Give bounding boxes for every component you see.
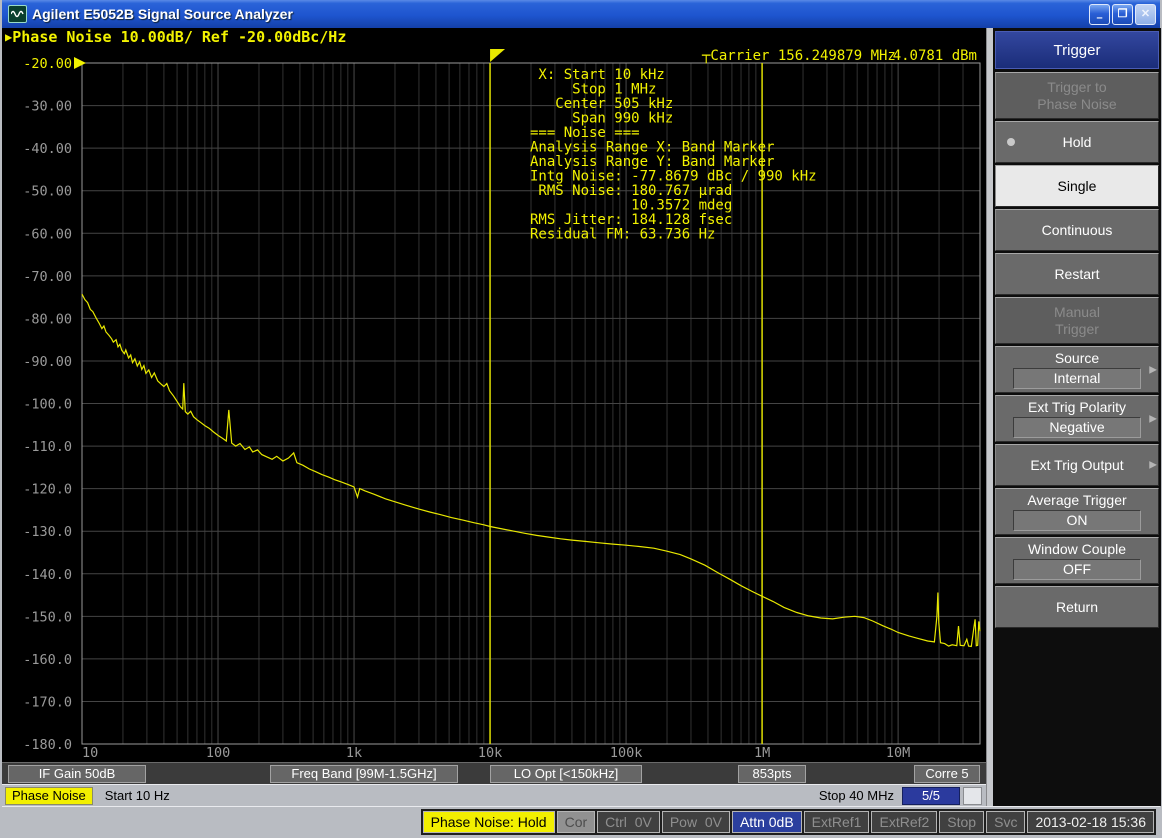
softkey-label: Ext Trig Polarity bbox=[1028, 399, 1126, 416]
x-tick-label: 1k bbox=[346, 745, 362, 761]
softkey-label: Hold bbox=[1063, 134, 1092, 151]
system-indicator-phase-noise-hold: Phase Noise: Hold bbox=[423, 811, 555, 833]
status-bar: Phase Noise Start 10 Hz Stop 40 MHz 5/5 bbox=[2, 784, 986, 806]
lo-opt-field[interactable]: LO Opt [<150kHz] bbox=[490, 765, 642, 783]
y-tick-label: -80.00 bbox=[23, 311, 72, 327]
y-tick-label: -90.00 bbox=[23, 354, 72, 370]
carrier-frequency-readout: ┬Carrier 156.249879 MHz bbox=[701, 48, 896, 64]
context-bar: IF Gain 50dB Freq Band [99M-1.5GHz] LO O… bbox=[2, 762, 986, 784]
correlation-field: Corre 5 bbox=[914, 765, 980, 783]
y-tick-label: -20.00 bbox=[23, 56, 72, 72]
y-tick-label: -160.0 bbox=[23, 652, 72, 668]
y-tick-label: -70.00 bbox=[23, 269, 72, 285]
y-tick-label: -140.0 bbox=[23, 567, 72, 583]
softkey-label: Restart bbox=[1054, 266, 1099, 283]
if-gain-field[interactable]: IF Gain 50dB bbox=[8, 765, 146, 783]
softkey-continuous[interactable]: Continuous bbox=[995, 209, 1159, 251]
window-title: Agilent E5052B Signal Source Analyzer bbox=[32, 6, 1089, 22]
freq-band-field[interactable]: Freq Band [99M-1.5GHz] bbox=[270, 765, 458, 783]
softkey-menu-title: Trigger bbox=[995, 31, 1159, 69]
submenu-arrow-icon: ▶ bbox=[1149, 364, 1157, 375]
analysis-info-line: Residual FM: 63.736 Hz bbox=[530, 227, 715, 243]
softkey-label: Average Trigger bbox=[1027, 492, 1126, 509]
softkey-trigger-to-phase-noise: Trigger to Phase Noise bbox=[995, 72, 1159, 119]
y-tick-label: -120.0 bbox=[23, 482, 72, 498]
softkey-label: Ext Trig Output bbox=[1030, 457, 1123, 474]
system-status-bar: Phase Noise: HoldCorCtrl 0VPow 0VAttn 0d… bbox=[2, 806, 1160, 836]
trace-scale-label: Phase Noise 10.00dB/ Ref -20.00dBc/Hz bbox=[12, 28, 346, 46]
x-tick-label: 100 bbox=[206, 745, 230, 761]
softkey-average-trigger[interactable]: Average TriggerON bbox=[995, 488, 1159, 535]
softkey-value: ON bbox=[1013, 510, 1141, 531]
titlebar[interactable]: Agilent E5052B Signal Source Analyzer –❐… bbox=[2, 0, 1160, 28]
panel-divider bbox=[986, 28, 993, 806]
y-tick-label: -100.0 bbox=[23, 397, 72, 413]
softkey-manual-trigger: Manual Trigger bbox=[995, 297, 1159, 344]
softkey-label: Manual Trigger bbox=[1054, 304, 1100, 338]
trace-header: ▶Phase Noise 10.00dB/ Ref -20.00dBc/Hz bbox=[2, 28, 986, 46]
window-controls: –❐✕ bbox=[1089, 4, 1156, 25]
minimize-button[interactable]: – bbox=[1089, 4, 1110, 25]
softkey-source[interactable]: SourceInternal ▶ bbox=[995, 346, 1159, 393]
softkey-label: Source bbox=[1055, 350, 1099, 367]
softkey-label: Window Couple bbox=[1028, 541, 1126, 558]
carrier-power-readout: 4.0781 dBm bbox=[893, 48, 977, 64]
system-indicator-extref2: ExtRef2 bbox=[871, 811, 937, 833]
x-tick-label: 10 bbox=[82, 745, 98, 761]
x-tick-label: 10k bbox=[478, 745, 502, 761]
softkey-ext-trig-output[interactable]: Ext Trig Output ▶ bbox=[995, 444, 1159, 486]
x-tick-label: 1M bbox=[754, 745, 770, 761]
y-tick-label: -60.00 bbox=[23, 226, 72, 242]
system-indicator-2013-02-18-15-36: 2013-02-18 15:36 bbox=[1027, 811, 1154, 833]
sweep-start: Start 10 Hz bbox=[105, 788, 170, 803]
sweep-stop: Stop 40 MHz bbox=[819, 788, 894, 803]
active-state-bullet-icon bbox=[1007, 138, 1015, 146]
restore-button[interactable]: ❐ bbox=[1112, 4, 1133, 25]
status-corner-box bbox=[963, 787, 982, 805]
system-indicator-ctrl-0v: Ctrl 0V bbox=[597, 811, 660, 833]
y-tick-label: -150.0 bbox=[23, 609, 72, 625]
points-field: 853pts bbox=[738, 765, 806, 783]
softkey-label: Return bbox=[1056, 599, 1098, 616]
system-indicator-pow-0v: Pow 0V bbox=[662, 811, 730, 833]
system-indicator-stop: Stop bbox=[939, 811, 984, 833]
submenu-arrow-icon: ▶ bbox=[1149, 413, 1157, 424]
softkey-label: Single bbox=[1058, 178, 1097, 195]
y-tick-label: -30.00 bbox=[23, 99, 72, 115]
system-indicator-extref1: ExtRef1 bbox=[804, 811, 870, 833]
y-tick-label: -50.00 bbox=[23, 184, 72, 200]
system-indicator-attn-0db: Attn 0dB bbox=[732, 811, 802, 833]
softkey-hold[interactable]: Hold bbox=[995, 121, 1159, 163]
y-tick-label: -130.0 bbox=[23, 524, 72, 540]
reference-level-arrow-icon bbox=[74, 57, 86, 69]
close-button[interactable]: ✕ bbox=[1135, 4, 1156, 25]
y-tick-label: -40.00 bbox=[23, 141, 72, 157]
softkey-single[interactable]: Single bbox=[995, 165, 1159, 207]
y-tick-label: -170.0 bbox=[23, 694, 72, 710]
y-tick-label: -180.0 bbox=[23, 737, 72, 753]
softkey-ext-trig-polarity[interactable]: Ext Trig PolarityNegative ▶ bbox=[995, 395, 1159, 442]
system-indicator-cor: Cor bbox=[557, 811, 596, 833]
softkey-label: Continuous bbox=[1042, 222, 1113, 239]
softkey-menu: Trigger Trigger to Phase Noise Hold Single… bbox=[993, 28, 1161, 806]
y-tick-label: -110.0 bbox=[23, 439, 72, 455]
submenu-arrow-icon: ▶ bbox=[1149, 460, 1157, 471]
app-icon bbox=[8, 5, 27, 23]
softkey-restart[interactable]: Restart bbox=[995, 253, 1159, 295]
softkey-label: Trigger to Phase Noise bbox=[1037, 79, 1116, 113]
phase-noise-plot[interactable]: -20.00 -30.00 -40.00 -50.00 -60.00 -70.00 -80.… bbox=[2, 46, 986, 762]
measurement-display: ▶Phase Noise 10.00dB/ Ref -20.00dBc/Hz -… bbox=[2, 28, 986, 806]
softkey-window-couple[interactable]: Window CoupleOFF bbox=[995, 537, 1159, 584]
band-marker-flag-icon[interactable] bbox=[490, 49, 505, 62]
average-count-badge: 5/5 bbox=[902, 787, 960, 805]
x-tick-label: 100k bbox=[610, 745, 643, 761]
system-indicator-svc: Svc bbox=[986, 811, 1025, 833]
softkey-value: OFF bbox=[1013, 559, 1141, 580]
softkey-value: Negative bbox=[1013, 417, 1141, 438]
softkey-value: Internal bbox=[1013, 368, 1141, 389]
mode-badge: Phase Noise bbox=[5, 787, 93, 805]
softkey-return[interactable]: Return bbox=[995, 586, 1159, 628]
app-window: Agilent E5052B Signal Source Analyzer –❐… bbox=[0, 0, 1162, 838]
x-tick-label: 10M bbox=[886, 745, 910, 761]
